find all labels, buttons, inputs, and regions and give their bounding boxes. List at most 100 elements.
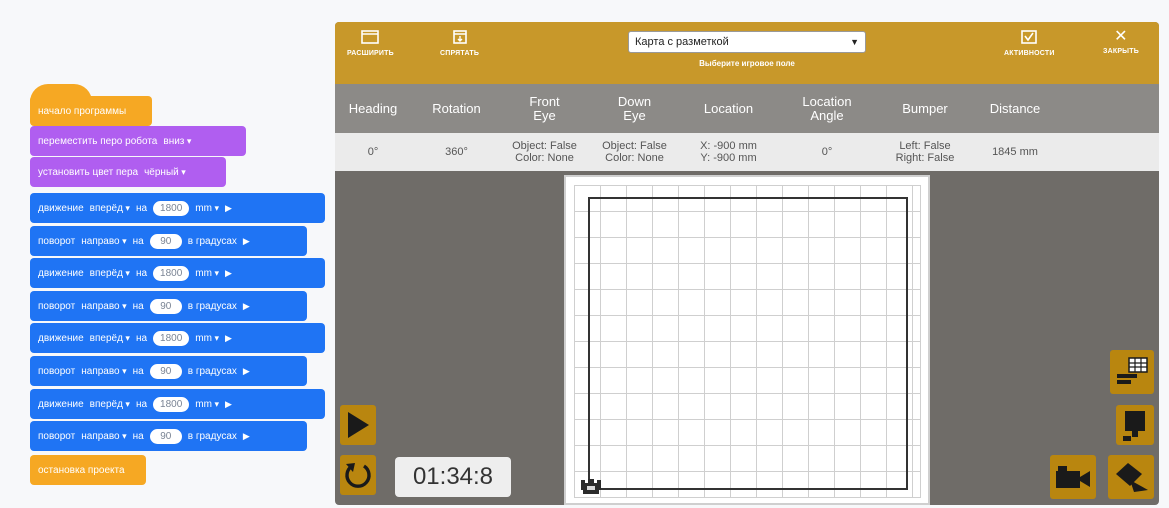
- drive-block-1[interactable]: движение вперёд на 1800 mm ▶: [30, 193, 325, 223]
- down-eye-color: Color: None: [605, 152, 664, 164]
- heading-value: 0°: [367, 146, 379, 158]
- rotation-header: Rotation: [432, 100, 481, 116]
- drive-block-4[interactable]: движение вперёд на 1800 mm ▶: [30, 389, 325, 419]
- expand-label: Расширить: [347, 50, 394, 57]
- turn-direction-dropdown[interactable]: направо: [81, 366, 126, 377]
- turn-block-4[interactable]: поворот направо на 90 в градусах ▶: [30, 421, 307, 451]
- front-eye-header: Front Eye: [529, 93, 560, 123]
- pen-color-dropdown[interactable]: чёрный: [144, 167, 186, 178]
- distance-value: 1845 mm: [992, 146, 1038, 158]
- camera-icon: [1056, 466, 1090, 488]
- expand-button[interactable]: Расширить: [347, 30, 394, 57]
- degrees-label: в градусах: [187, 430, 237, 442]
- unit-dropdown[interactable]: mm: [195, 399, 219, 410]
- close-icon: ✕: [1114, 28, 1128, 45]
- drive-block-3[interactable]: движение вперёд на 1800 mm ▶: [30, 323, 325, 353]
- view-angle-button[interactable]: [1108, 455, 1154, 499]
- reset-icon: [345, 463, 371, 488]
- drive-label: движение: [38, 202, 84, 214]
- close-button[interactable]: ✕ Закрыть: [1103, 28, 1139, 56]
- angle-input[interactable]: 90: [149, 298, 182, 314]
- drive-block-2[interactable]: движение вперёд на 1800 mm ▶: [30, 258, 325, 288]
- drive-label: движение: [38, 267, 84, 279]
- location-angle-header: Location Angle: [802, 93, 852, 123]
- pen-move-label: переместить перо робота: [38, 135, 158, 147]
- front-eye-object: Object: False: [512, 140, 577, 152]
- play-arrow-icon: ▶: [224, 398, 232, 409]
- turn-direction-dropdown[interactable]: направо: [81, 236, 126, 247]
- bumper-header: Bumper: [902, 100, 948, 116]
- direction-dropdown[interactable]: вперёд: [90, 333, 130, 344]
- run-timer: 01:34:8: [395, 457, 511, 497]
- angle-input[interactable]: 90: [149, 363, 182, 379]
- turn-label: поворот: [38, 235, 76, 247]
- by-label: на: [132, 430, 144, 442]
- data-table-toggle-button[interactable]: [1110, 350, 1154, 394]
- play-icon: [348, 412, 369, 438]
- camera-button[interactable]: [1050, 455, 1096, 499]
- direction-dropdown[interactable]: вперёд: [90, 203, 130, 214]
- pen-move-dropdown[interactable]: вниз: [163, 136, 191, 147]
- turn-direction-dropdown[interactable]: направо: [81, 431, 126, 442]
- by-label: на: [135, 202, 148, 214]
- down-eye-object: Object: False: [602, 140, 667, 152]
- robot-config-button[interactable]: [1116, 405, 1154, 445]
- bumper-left: Left: False: [899, 140, 951, 152]
- activities-button[interactable]: Активности: [1004, 30, 1055, 57]
- hide-icon: [440, 30, 479, 46]
- turn-block-2[interactable]: поворот направо на 90 в градусах ▶: [30, 291, 307, 321]
- close-label: Закрыть: [1103, 48, 1139, 55]
- pen-move-block[interactable]: переместить перо робота вниз: [30, 126, 246, 156]
- bumper-value: Left: False Right: False: [879, 133, 971, 171]
- hide-button[interactable]: Спрятать: [440, 30, 479, 57]
- stop-project-label: остановка проекта: [38, 464, 125, 476]
- rotation-value: 360°: [445, 146, 468, 158]
- angle-input[interactable]: 90: [149, 428, 182, 444]
- turn-direction-dropdown[interactable]: направо: [81, 301, 126, 312]
- play-button[interactable]: [340, 405, 376, 445]
- drive-label: движение: [38, 332, 84, 344]
- drive-label: движение: [38, 398, 84, 410]
- playground-field[interactable]: [564, 175, 930, 505]
- degrees-label: в градусах: [187, 365, 237, 377]
- map-hint: Выберите игровое поле: [699, 59, 795, 68]
- angle-input[interactable]: 90: [149, 233, 182, 249]
- unit-dropdown[interactable]: mm: [195, 268, 219, 279]
- pen-color-label: установить цвет пера: [38, 166, 139, 178]
- play-arrow-icon: ▶: [224, 202, 232, 213]
- degrees-label: в градусах: [187, 300, 237, 312]
- checkbox-icon: [1004, 30, 1055, 46]
- view-icon: [1116, 463, 1148, 492]
- location-x: X: -900 mm: [700, 140, 757, 152]
- unit-dropdown[interactable]: mm: [195, 203, 219, 214]
- degrees-label: в градусах: [187, 235, 237, 247]
- robot-icon[interactable]: [580, 477, 602, 495]
- distance-input[interactable]: 1800: [153, 396, 190, 412]
- turn-label: поворот: [38, 300, 76, 312]
- when-started-block[interactable]: начало программы: [30, 96, 152, 126]
- by-label: на: [132, 235, 144, 247]
- reset-button[interactable]: [340, 455, 376, 495]
- sensor-values-row: 0° 360° Object: False Color: None Object…: [335, 133, 1159, 171]
- direction-dropdown[interactable]: вперёд: [90, 268, 130, 279]
- distance-input[interactable]: 1800: [153, 200, 190, 216]
- distance-header: Distance: [989, 100, 1041, 116]
- play-arrow-icon: ▶: [224, 332, 232, 343]
- play-arrow-icon: ▶: [242, 365, 250, 376]
- unit-dropdown[interactable]: mm: [195, 333, 219, 344]
- map-select[interactable]: Карта с разметкой ▼: [628, 31, 866, 53]
- turn-block-3[interactable]: поворот направо на 90 в градусах ▶: [30, 356, 307, 386]
- by-label: на: [135, 398, 148, 410]
- hide-label: Спрятать: [440, 50, 480, 57]
- distance-input[interactable]: 1800: [153, 265, 190, 281]
- direction-dropdown[interactable]: вперёд: [90, 399, 130, 410]
- turn-block-1[interactable]: поворот направо на 90 в градусах ▶: [30, 226, 307, 256]
- stop-project-block[interactable]: остановка проекта: [30, 455, 146, 485]
- code-workspace[interactable]: начало программы переместить перо робота…: [0, 0, 330, 508]
- play-arrow-icon: ▶: [242, 430, 250, 441]
- location-angle-value: 0°: [821, 146, 833, 158]
- location-y: Y: -900 mm: [700, 152, 757, 164]
- pen-color-block[interactable]: установить цвет пера чёрный: [30, 157, 226, 187]
- by-label: на: [132, 365, 144, 377]
- distance-input[interactable]: 1800: [153, 330, 190, 346]
